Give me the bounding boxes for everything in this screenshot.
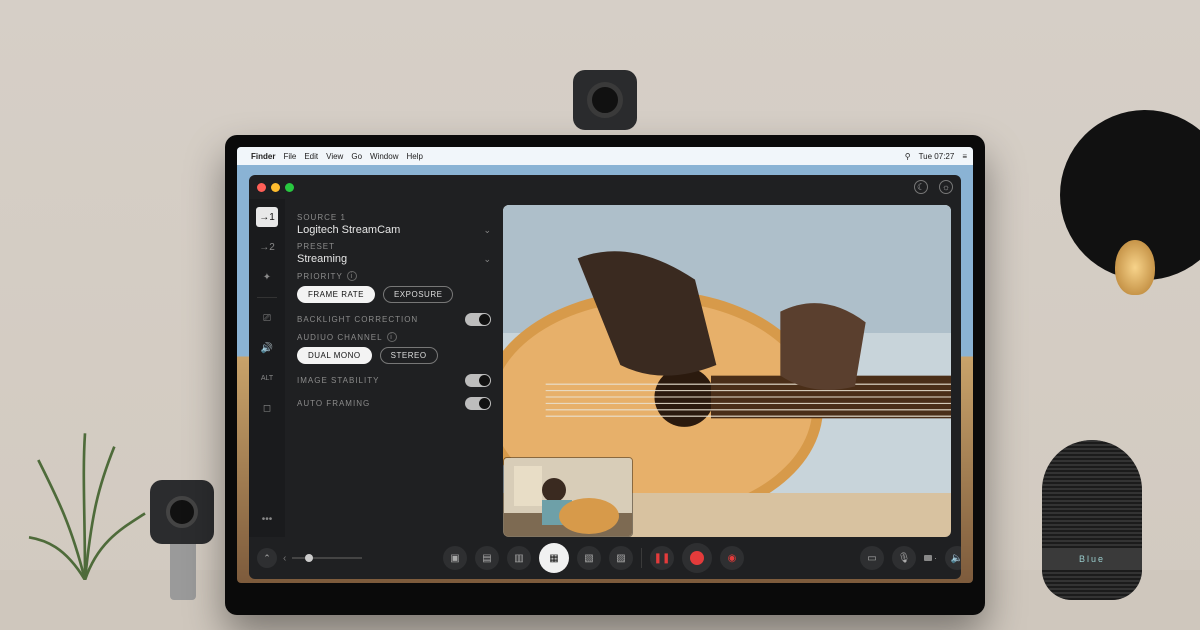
effects-icon[interactable]: ✦	[256, 267, 278, 287]
audio-dual-mono[interactable]: DUAL MONO	[297, 347, 372, 364]
search-icon[interactable]: ⚲	[905, 152, 911, 161]
alt-icon[interactable]: ALT	[256, 368, 278, 388]
menubar-menu-icon[interactable]: ≡	[962, 152, 967, 161]
moon-icon[interactable]: ☾	[914, 180, 928, 194]
minimize-button[interactable]	[271, 183, 280, 192]
preset-dropdown[interactable]: Streaming ⌄	[297, 253, 491, 265]
priority-frame-rate[interactable]: FRAME RATE	[297, 286, 375, 303]
desk-lamp	[1010, 110, 1190, 310]
capture-app-window: ☾ ☼ →1 →2 ✦ ⎚ 🔊 ALT ◻ •••	[249, 175, 961, 579]
mounted-webcam	[573, 70, 637, 130]
zoom-button[interactable]	[285, 183, 294, 192]
mic-brand-label: Blue	[1042, 548, 1142, 570]
left-tool-rail: →1 →2 ✦ ⎚ 🔊 ALT ◻ •••	[249, 199, 285, 537]
audio-segmented: DUAL MONO STEREO	[297, 347, 491, 364]
camera-icon[interactable]: ⎚	[256, 308, 278, 328]
source-1-icon[interactable]: →1	[256, 207, 278, 227]
menu-view[interactable]: View	[326, 152, 343, 161]
cam1-indicator: ·	[924, 553, 937, 563]
menu-help[interactable]: Help	[406, 152, 422, 161]
desktop: Finder File Edit View Go Window Help ⚲ T…	[237, 147, 973, 583]
layout-f-button[interactable]: ▨	[609, 546, 633, 570]
chevron-down-icon: ⌄	[483, 254, 491, 265]
source-label: SOURCE 1	[297, 213, 491, 222]
window-titlebar: ☾ ☼	[249, 175, 961, 199]
priority-exposure[interactable]: EXPOSURE	[383, 286, 453, 303]
plant	[10, 420, 160, 580]
user-icon[interactable]: ◻	[256, 398, 278, 418]
info-icon[interactable]: i	[387, 332, 397, 342]
divider	[641, 548, 642, 568]
menu-file[interactable]: File	[283, 152, 296, 161]
mic-button[interactable]: 🎙	[892, 546, 916, 570]
layout-c-button[interactable]: ▥	[507, 546, 531, 570]
collapse-up-button[interactable]: ⌃	[257, 548, 277, 568]
auto-framing-toggle[interactable]	[465, 397, 491, 410]
image-stability-label: IMAGE STABILITY	[297, 376, 379, 385]
audio-stereo[interactable]: STEREO	[380, 347, 438, 364]
webcam-stand	[170, 540, 196, 600]
audio-channel-label: AUDIUO CHANNELi	[297, 332, 491, 342]
menu-go[interactable]: Go	[351, 152, 362, 161]
pause-button[interactable]: ❚❚	[650, 546, 674, 570]
bottom-toolbar: ⌃ ‹ ▣ ▤ ▥ ▦ ▧ ▨ ❚❚ ◉	[249, 537, 961, 579]
auto-framing-label: AUTO FRAMING	[297, 399, 370, 408]
desk-microphone: Blue	[1032, 440, 1152, 630]
layout-a-button[interactable]: ▣	[443, 546, 467, 570]
priority-segmented: FRAME RATE EXPOSURE	[297, 286, 491, 303]
folder-button[interactable]: ▭	[860, 546, 884, 570]
picture-in-picture[interactable]	[503, 457, 633, 537]
menu-window[interactable]: Window	[370, 152, 398, 161]
speaker-button[interactable]: 🔈	[945, 546, 961, 570]
preview-area	[503, 199, 961, 537]
chevron-down-icon: ⌄	[483, 225, 491, 236]
settings-panel: SOURCE 1 Logitech StreamCam ⌄ PRESET Str…	[285, 199, 503, 537]
macos-menubar: Finder File Edit View Go Window Help ⚲ T…	[237, 147, 973, 165]
close-button[interactable]	[257, 183, 266, 192]
menu-edit[interactable]: Edit	[304, 152, 318, 161]
source-dropdown[interactable]: Logitech StreamCam ⌄	[297, 224, 491, 236]
more-icon[interactable]: •••	[256, 509, 278, 529]
snapshot-button[interactable]: ◉	[720, 546, 744, 570]
layout-b-button[interactable]: ▤	[475, 546, 499, 570]
sun-icon[interactable]: ☼	[939, 180, 953, 194]
source-value: Logitech StreamCam	[297, 224, 400, 236]
audio-icon[interactable]: 🔊	[256, 338, 278, 358]
layout-e-button[interactable]: ▧	[577, 546, 601, 570]
layout-d-button[interactable]: ▦	[539, 543, 569, 573]
record-button[interactable]	[682, 543, 712, 573]
info-icon[interactable]: i	[347, 271, 357, 281]
backlight-toggle[interactable]	[465, 313, 491, 326]
menubar-app-name[interactable]: Finder	[251, 152, 275, 161]
secondary-webcam	[150, 480, 214, 544]
preset-value: Streaming	[297, 253, 347, 265]
backlight-label: BACKLIGHT CORRECTION	[297, 315, 418, 324]
product-photo-scene: Finder File Edit View Go Window Help ⚲ T…	[0, 0, 1200, 630]
preset-label: PRESET	[297, 242, 491, 251]
monitor: Finder File Edit View Go Window Help ⚲ T…	[225, 135, 985, 615]
source-2-icon[interactable]: →2	[256, 237, 278, 257]
rail-divider	[257, 297, 277, 298]
image-stability-toggle[interactable]	[465, 374, 491, 387]
main-video-preview	[503, 205, 951, 537]
chevron-left-icon[interactable]: ‹	[283, 553, 286, 564]
menubar-clock: Tue 07:27	[919, 152, 955, 161]
priority-label: PRIORITYi	[297, 271, 491, 281]
zoom-slider[interactable]	[292, 557, 362, 559]
